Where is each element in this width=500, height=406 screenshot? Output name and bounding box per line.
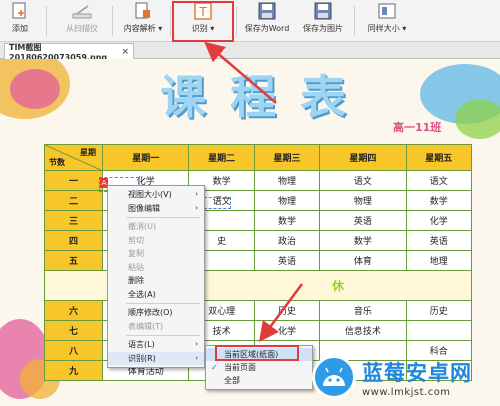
menu-item-table-edit: 表编辑(T) (128, 321, 164, 331)
menu-item-recognize[interactable]: 识别(R) › (108, 351, 204, 365)
tab-image-file[interactable]: TIM截图20180620073059.png × (4, 43, 134, 62)
checkmark-icon: ✓ (211, 363, 218, 372)
menu-item-select-all[interactable]: 全选(A) (108, 288, 204, 302)
day-header: 星期五 (405, 144, 473, 171)
fit-size-icon (377, 2, 397, 20)
tab-bar: TIM截图20180620073059.png × (0, 42, 500, 62)
chevron-right-icon: › (195, 190, 198, 198)
menu-divider (126, 217, 200, 218)
save-word-icon (257, 2, 277, 20)
chevron-right-icon: › (195, 353, 198, 362)
document-title: 课程表 (160, 70, 370, 124)
day-header: 星期一 (101, 144, 190, 171)
menu-item-delete[interactable]: 删除 (108, 274, 204, 288)
day-header: 星期二 (188, 144, 255, 171)
same-size-button[interactable]: 同样大小 ▾ (362, 2, 412, 40)
chevron-right-icon: › (195, 340, 198, 348)
add-button[interactable]: 添加 (6, 2, 34, 40)
watermark-url: www.lmkjst.com (362, 386, 451, 398)
submenu-item-current-page[interactable]: ✓ 当前页面 (206, 361, 312, 374)
day-header: 星期四 (319, 144, 407, 171)
menu-item-paste: 粘贴 (128, 262, 144, 272)
toolbar: 添加 从扫描仪 内容解析 ▾ T 识别 ▾ 保存为Word 保存为图片 同样大小… (0, 0, 500, 42)
menu-item-copy: 复制 (128, 249, 144, 258)
menu-item-undo: 撤消(U) (128, 222, 157, 231)
save-image-icon (313, 2, 333, 20)
close-icon[interactable]: × (121, 47, 129, 57)
save-image-button[interactable]: 保存为图片 (298, 2, 348, 40)
watermark-name: 蓝莓安卓网 (362, 360, 472, 385)
menu-divider (126, 303, 200, 304)
submenu-highlight-box (215, 345, 299, 361)
submenu-item-all[interactable]: 全部 (206, 374, 312, 387)
context-menu: 视图大小(V) › 图像编辑 › 撤消(U) 剪切 复制 粘贴 删除 全选(A) 顺… (107, 185, 205, 368)
noon-label: 休 (331, 279, 344, 293)
scan-button[interactable]: 从扫描仪 (58, 2, 106, 40)
class-label: 高一11班 (393, 121, 442, 134)
day-header: 星期三 (253, 144, 321, 171)
corner-cell: 星期 节数 (44, 144, 103, 171)
menu-item-image-edit[interactable]: 图像编辑 › (108, 202, 204, 216)
android-robot-logo-icon (312, 355, 356, 399)
parse-button[interactable]: 内容解析 ▾ (120, 2, 166, 40)
chevron-right-icon: › (195, 203, 198, 212)
scanner-icon (72, 2, 92, 20)
save-word-button[interactable]: 保存为Word (242, 2, 292, 40)
menu-divider (126, 335, 200, 336)
recognize-highlight-box (172, 1, 234, 42)
menu-item-language[interactable]: 语言(L) › (108, 338, 204, 352)
document-parse-icon (133, 2, 153, 20)
menu-item-reorder[interactable]: 顺序修改(O) (108, 306, 204, 320)
table-header-row: 星期 节数 星期一 星期二 星期三 星期四 星期五 (44, 144, 473, 171)
menu-item-cut: 剪切 (128, 235, 144, 245)
menu-item-view-size[interactable]: 视图大小(V) › (108, 188, 204, 202)
watermark: 蓝莓安卓网 www.lmkjst.com (312, 348, 500, 406)
add-file-icon (10, 2, 30, 20)
